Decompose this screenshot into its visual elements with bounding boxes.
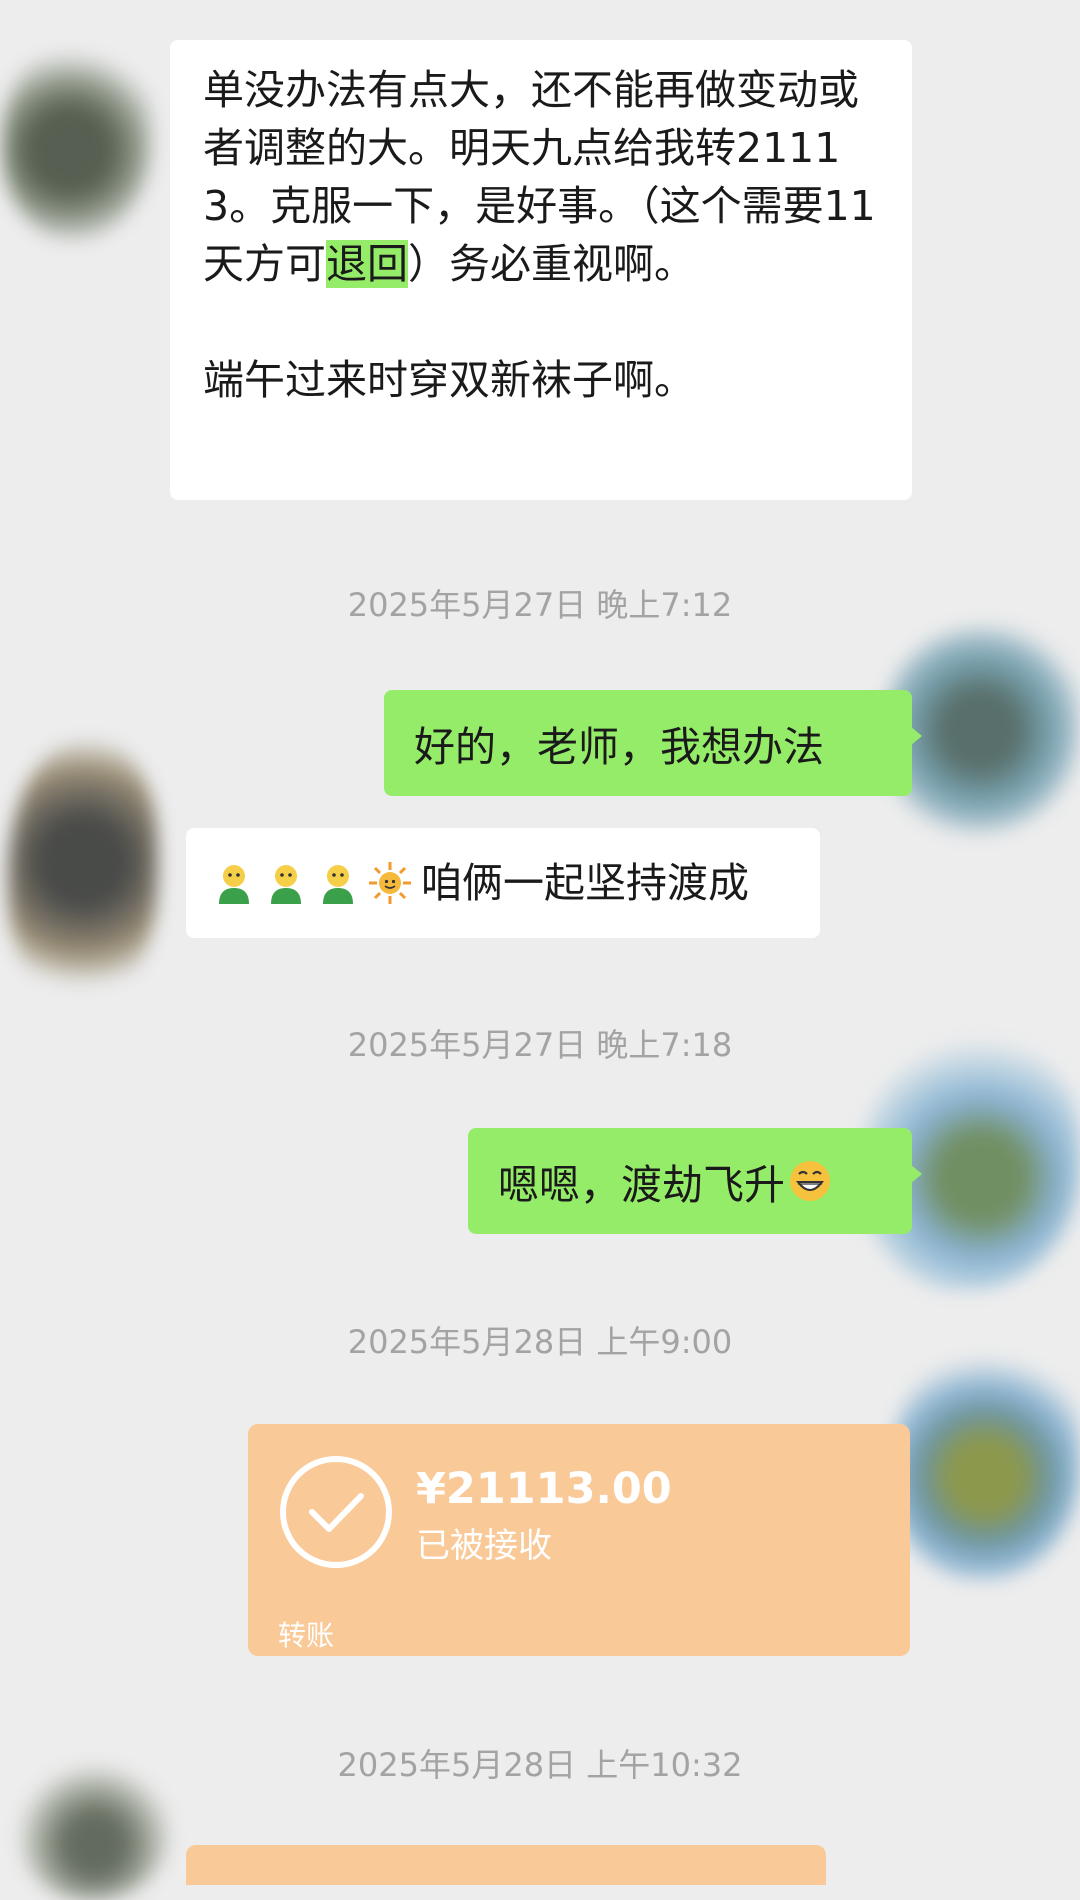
timestamp: 2025年5月27日 晚上7:12 <box>347 586 733 624</box>
timestamp: 2025年5月28日 上午10:32 <box>337 1746 743 1784</box>
message-incoming[interactable]: 咱俩一起坚持渡成 <box>186 828 820 938</box>
message-paragraph-1: 单没办法有点大，还不能再做变动或者调整的大。明天九点给我转21113。克服一下，… <box>203 66 876 288</box>
check-circle-icon <box>278 1454 394 1570</box>
avatar-incoming-2[interactable] <box>8 740 158 1010</box>
message-text: 好的，老师，我想办法 <box>414 723 824 771</box>
person-emoji-icon <box>263 860 309 906</box>
person-emoji-icon <box>315 860 361 906</box>
avatar-outgoing-3[interactable] <box>890 1350 1080 1580</box>
timestamp: 2025年5月28日 上午9:00 <box>347 1323 733 1361</box>
message-text: 嗯嗯，渡劫飞升 <box>498 1161 785 1209</box>
transfer-status: 已被接收 <box>416 1526 552 1566</box>
message-outgoing[interactable]: 嗯嗯，渡劫飞升 <box>468 1128 922 1234</box>
transfer-label: 转账 <box>278 1619 335 1652</box>
message-incoming-long[interactable]: 单没办法有点大，还不能再做变动或者调整的大。明天九点给我转21113。克服一下，… <box>170 40 912 500</box>
transfer-card[interactable]: ¥21113.00 已被接收 转账 <box>248 1424 910 1656</box>
message-paragraph-2: 端午过来时穿双新袜子啊。 <box>203 356 695 404</box>
highlighted-text: 退回 <box>326 240 408 288</box>
transfer-card-partial[interactable] <box>186 1845 826 1885</box>
message-outgoing[interactable]: 好的，老师，我想办法 <box>384 690 922 796</box>
transfer-amount: ¥21113.00 <box>416 1464 672 1514</box>
timestamp: 2025年5月27日 晚上7:18 <box>347 1026 733 1064</box>
sun-emoji-icon <box>367 860 413 906</box>
avatar-incoming-1[interactable] <box>2 40 152 240</box>
grin-emoji-icon <box>787 1158 833 1204</box>
message-text: 咱俩一起坚持渡成 <box>421 859 749 907</box>
person-emoji-icon <box>211 860 257 906</box>
